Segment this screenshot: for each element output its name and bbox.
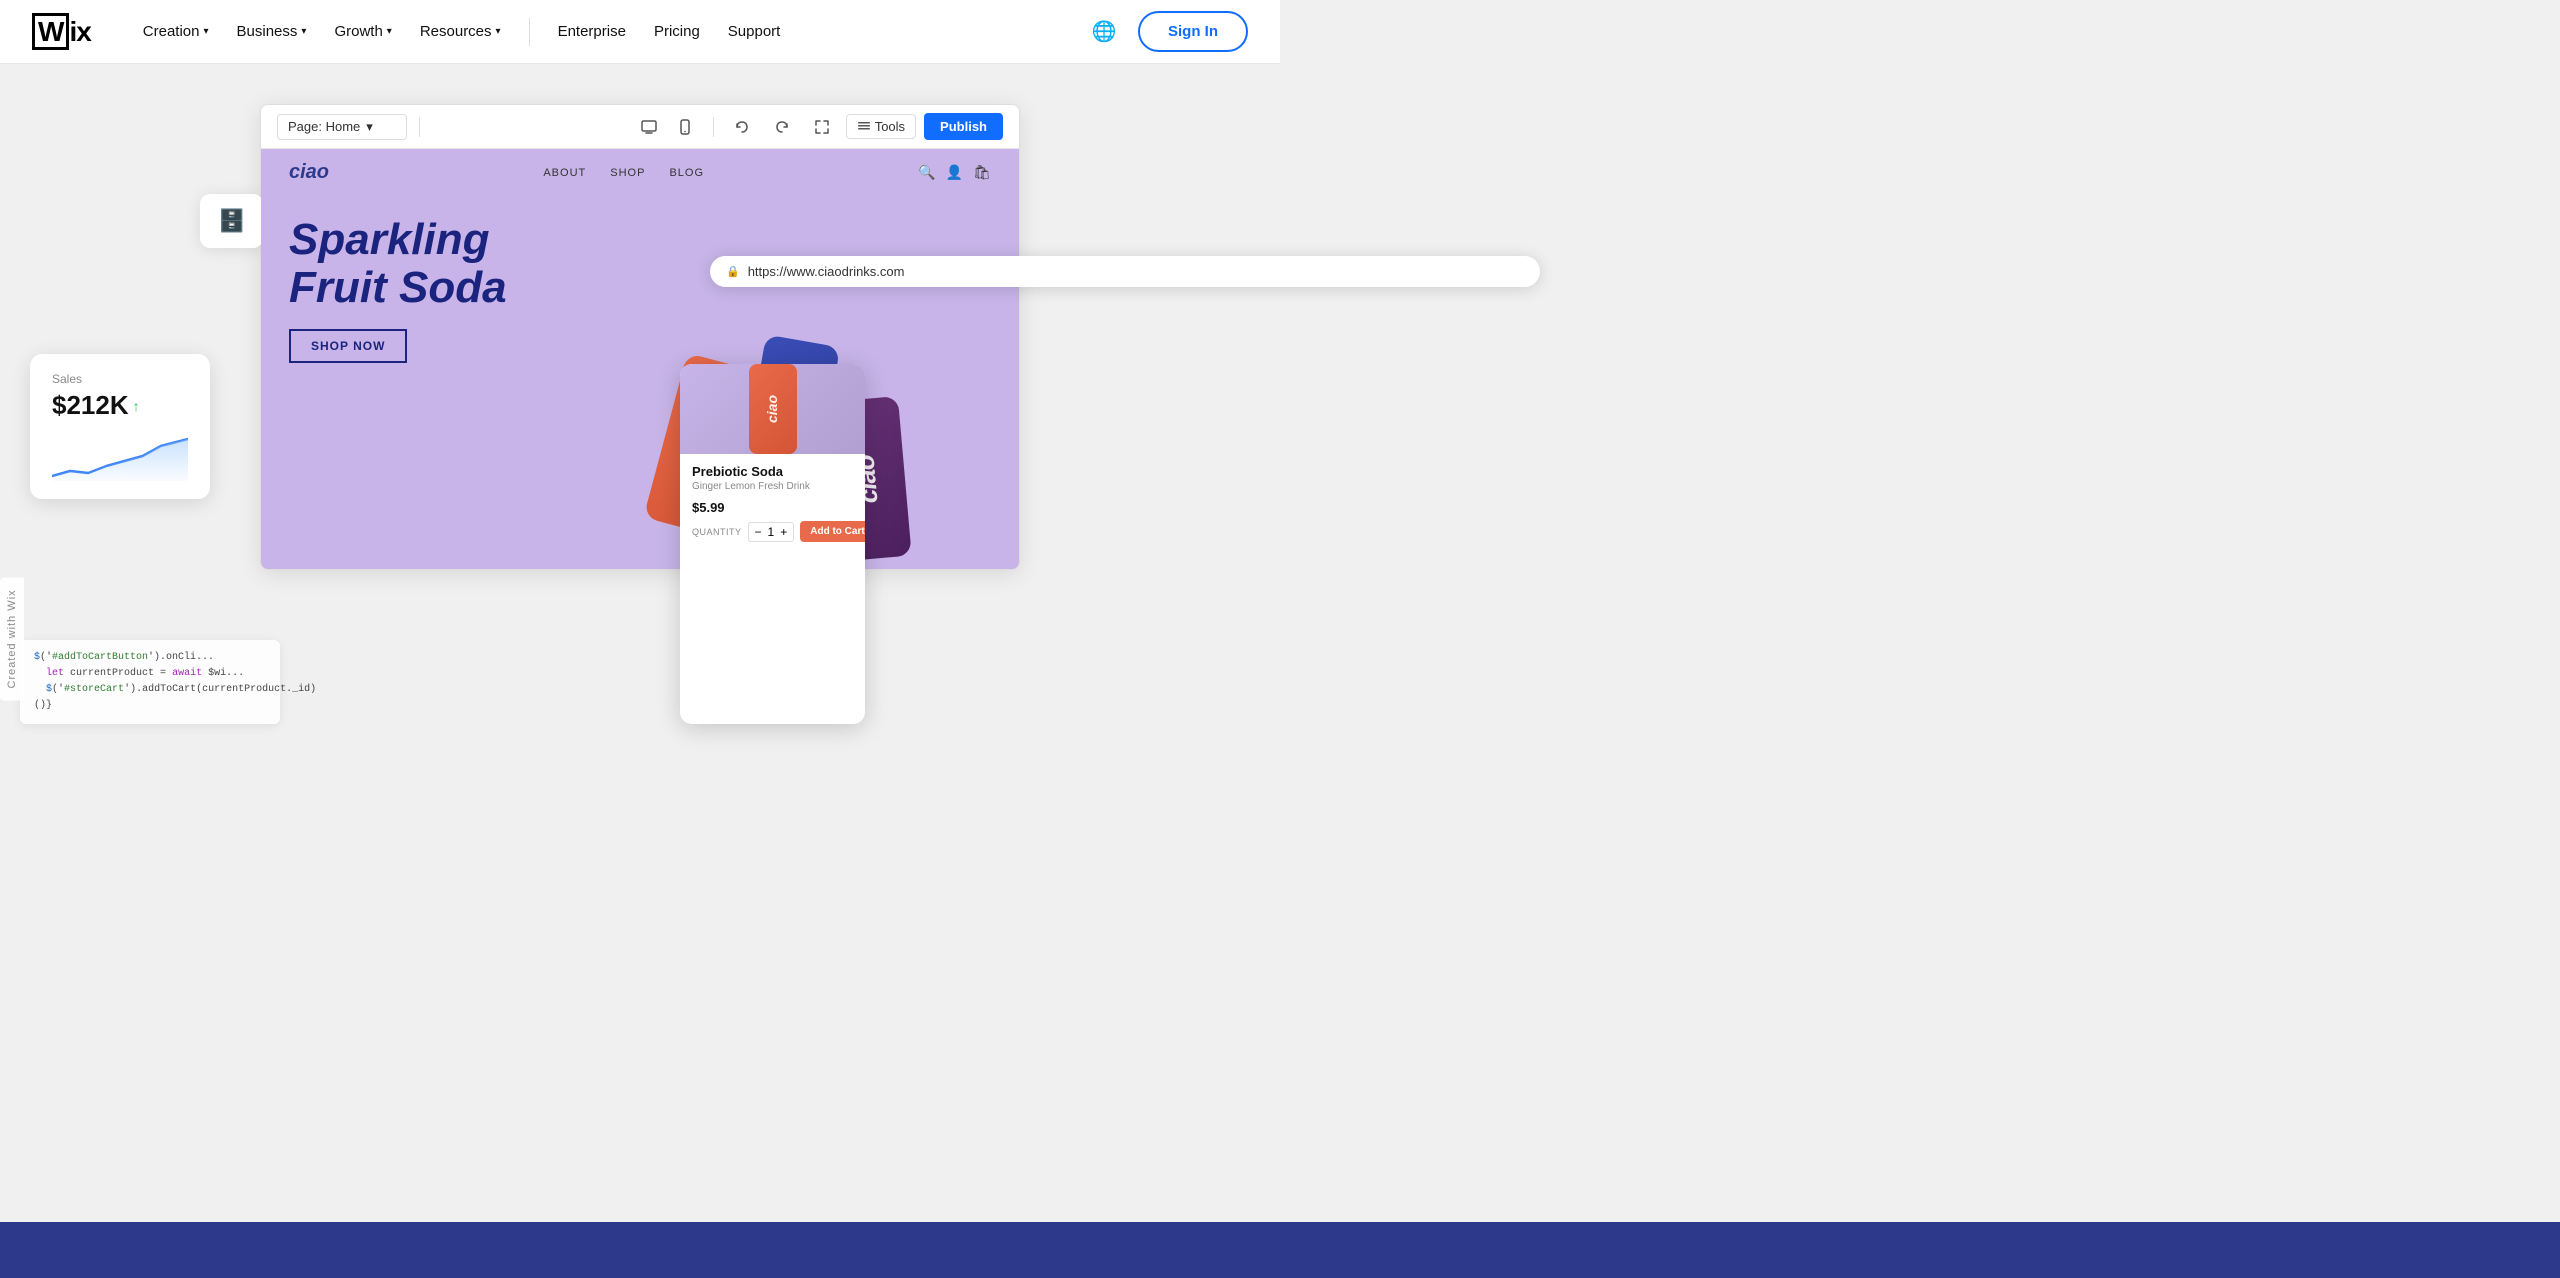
url-text: https://www.ciaodrinks.com xyxy=(748,264,905,279)
editor-frame: Page: Home ▾ xyxy=(260,104,1020,570)
nav-item-creation[interactable]: Creation ▾ xyxy=(131,15,221,48)
quantity-controls[interactable]: − 1 + xyxy=(748,522,795,542)
mobile-view-button[interactable] xyxy=(669,111,701,143)
main-nav: Wix Creation ▾ Business ▾ Growth ▾ Resou… xyxy=(0,0,1280,64)
nav-item-resources[interactable]: Resources ▾ xyxy=(408,15,513,48)
toolbar-icons xyxy=(633,111,701,143)
product-can-image: ciao xyxy=(749,364,797,454)
product-card-body: Prebiotic Soda Ginger Lemon Fresh Drink … xyxy=(680,454,865,552)
product-card-image: ciao xyxy=(680,364,865,454)
product-name: Prebiotic Soda xyxy=(692,464,853,479)
code-line-2: let currentProduct = await $wi... xyxy=(34,666,266,682)
language-button[interactable]: 🌐 xyxy=(1086,14,1122,50)
undo-button[interactable] xyxy=(726,111,758,143)
footer-bar xyxy=(0,1222,2560,1278)
tools-button[interactable]: Tools xyxy=(846,114,916,139)
url-bar: 🔒 https://www.ciaodrinks.com xyxy=(710,256,1540,287)
trend-icon: ↑ xyxy=(133,398,140,414)
nav-item-business[interactable]: Business ▾ xyxy=(225,15,319,48)
site-nav-about: ABOUT xyxy=(543,167,586,179)
publish-button[interactable]: Publish xyxy=(924,113,1003,140)
editor-toolbar: Page: Home ▾ xyxy=(261,105,1019,149)
nav-divider xyxy=(529,18,530,46)
minus-icon[interactable]: − xyxy=(755,525,762,539)
nav-right: 🌐 Sign In xyxy=(1086,11,1248,52)
desktop-view-button[interactable] xyxy=(633,111,665,143)
toolbar-separator-2 xyxy=(713,117,714,137)
dropdown-icon: ▾ xyxy=(366,119,373,135)
product-price: $5.99 xyxy=(692,500,853,515)
chevron-icon: ▾ xyxy=(204,26,209,37)
nav-item-support[interactable]: Support xyxy=(716,15,793,48)
chevron-icon: ▾ xyxy=(301,26,306,37)
main-content: 🗄️ Page: Home ▾ xyxy=(0,64,1280,764)
site-logo: ciao xyxy=(289,161,329,184)
database-icon: 🗄️ xyxy=(218,208,245,233)
wix-logo[interactable]: Wix xyxy=(32,16,91,48)
sales-label: Sales xyxy=(52,372,188,386)
page-selector[interactable]: Page: Home ▾ xyxy=(277,114,407,140)
sales-value: $212K ↑ xyxy=(52,390,188,421)
product-card: ciao Prebiotic Soda Ginger Lemon Fresh D… xyxy=(680,364,865,724)
sales-chart xyxy=(52,431,188,481)
lock-icon: 🔒 xyxy=(726,265,740,278)
sales-widget: Sales $212K ↑ xyxy=(30,354,210,499)
code-line-3: $('#storeCart').addToCart(currentProduct… xyxy=(34,682,266,698)
plus-icon[interactable]: + xyxy=(780,525,787,539)
code-line-4: ()} xyxy=(34,698,266,714)
nav-item-enterprise[interactable]: Enterprise xyxy=(546,15,638,48)
site-hero-title: Sparkling Fruit Soda xyxy=(289,216,569,313)
redo-button[interactable] xyxy=(766,111,798,143)
code-snippet: $('#addToCartButton').onCli... let curre… xyxy=(20,640,280,724)
product-quantity-row: QUANTITY − 1 + Add to Cart xyxy=(692,521,853,542)
database-card: 🗄️ xyxy=(200,194,263,248)
nav-item-growth[interactable]: Growth ▾ xyxy=(322,15,403,48)
code-line-1: $('#addToCartButton').onCli... xyxy=(34,650,266,666)
toolbar-separator xyxy=(419,117,420,137)
add-to-cart-button[interactable]: Add to Cart xyxy=(800,521,865,542)
shop-now-button[interactable]: SHOP NOW xyxy=(289,329,407,363)
product-subtitle: Ginger Lemon Fresh Drink xyxy=(692,481,853,492)
chevron-icon: ▾ xyxy=(496,26,501,37)
quantity-label: QUANTITY xyxy=(692,527,742,537)
chevron-icon: ▾ xyxy=(387,26,392,37)
sign-in-button[interactable]: Sign In xyxy=(1138,11,1248,52)
nav-links: Creation ▾ Business ▾ Growth ▾ Resources… xyxy=(131,15,1086,48)
site-nav-shop: SHOP xyxy=(610,167,645,179)
quantity-value: 1 xyxy=(768,525,775,539)
site-preview: ciao ABOUT SHOP BLOG 🔍 👤 🛍 Sparkling Fru… xyxy=(261,149,1019,569)
side-label: Created with Wix xyxy=(0,577,24,700)
nav-item-pricing[interactable]: Pricing xyxy=(642,15,712,48)
fullscreen-button[interactable] xyxy=(806,111,838,143)
